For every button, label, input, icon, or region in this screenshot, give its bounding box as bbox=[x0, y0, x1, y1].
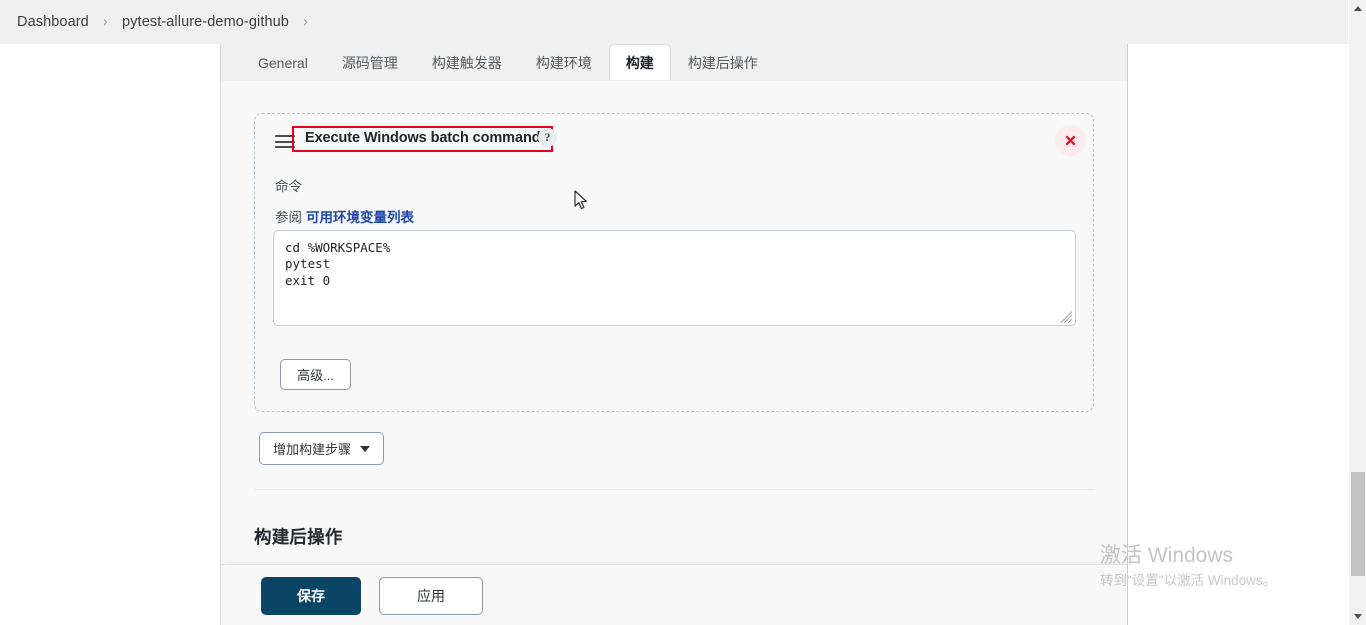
page-body: General 源码管理 构建触发器 构建环境 构建 构建后操作 Execute… bbox=[0, 44, 1348, 625]
vertical-scrollbar[interactable] bbox=[1348, 0, 1366, 625]
scrollbar-thumb[interactable] bbox=[1351, 472, 1365, 576]
form-action-bar: 保存 应用 bbox=[221, 564, 1127, 625]
add-build-step-button[interactable]: 增加构建步骤 bbox=[259, 432, 385, 465]
available-environment-variables-link[interactable]: 可用环境变量列表 bbox=[306, 210, 414, 225]
save-button[interactable]: 保存 bbox=[261, 577, 361, 615]
build-step-header: Execute Windows batch command ? bbox=[255, 114, 1093, 166]
chevron-down-icon bbox=[360, 445, 371, 452]
breadcrumb-item-project[interactable]: pytest-allure-demo-github bbox=[122, 14, 289, 30]
breadcrumb-separator-icon-2: › bbox=[302, 12, 309, 32]
add-build-step-label: 增加构建步骤 bbox=[273, 442, 352, 457]
help-icon[interactable]: ? bbox=[538, 128, 557, 147]
see-also-row: 参阅 可用环境变量列表 bbox=[275, 206, 414, 226]
breadcrumb: Dashboard › pytest-allure-demo-github › bbox=[0, 0, 1348, 44]
tab-general[interactable]: General bbox=[241, 44, 325, 80]
tab-build-environment[interactable]: 构建环境 bbox=[519, 44, 609, 80]
post-build-actions-heading: 构建后操作 bbox=[254, 527, 343, 547]
tab-source-code-management[interactable]: 源码管理 bbox=[325, 44, 415, 80]
build-step-title: Execute Windows batch command bbox=[305, 130, 541, 146]
command-input[interactable] bbox=[273, 230, 1076, 326]
tab-post-build-actions[interactable]: 构建后操作 bbox=[671, 44, 775, 80]
apply-button[interactable]: 应用 bbox=[379, 577, 483, 615]
scroll-down-arrow-icon[interactable] bbox=[1349, 608, 1366, 625]
close-icon[interactable] bbox=[1055, 125, 1086, 156]
advanced-button[interactable]: 高级... bbox=[280, 359, 351, 390]
configuration-panel: General 源码管理 构建触发器 构建环境 构建 构建后操作 Execute… bbox=[220, 44, 1128, 625]
tab-build-triggers[interactable]: 构建触发器 bbox=[415, 44, 519, 80]
breadcrumb-separator-icon: › bbox=[102, 12, 109, 32]
build-step-execute-windows-batch-command: Execute Windows batch command ? 命令 参阅 可用环… bbox=[254, 113, 1094, 412]
breadcrumb-item-dashboard[interactable]: Dashboard bbox=[17, 14, 89, 30]
see-also-prefix: 参阅 bbox=[275, 210, 302, 225]
scroll-up-arrow-icon[interactable] bbox=[1349, 0, 1366, 17]
config-tab-bar: General 源码管理 构建触发器 构建环境 构建 构建后操作 bbox=[221, 44, 1127, 81]
command-field-label: 命令 bbox=[275, 179, 302, 194]
tab-build[interactable]: 构建 bbox=[608, 44, 671, 81]
section-divider bbox=[254, 489, 1095, 490]
build-step-title-highlight: Execute Windows batch command bbox=[292, 126, 554, 152]
tab-bar-underline bbox=[221, 80, 1127, 81]
